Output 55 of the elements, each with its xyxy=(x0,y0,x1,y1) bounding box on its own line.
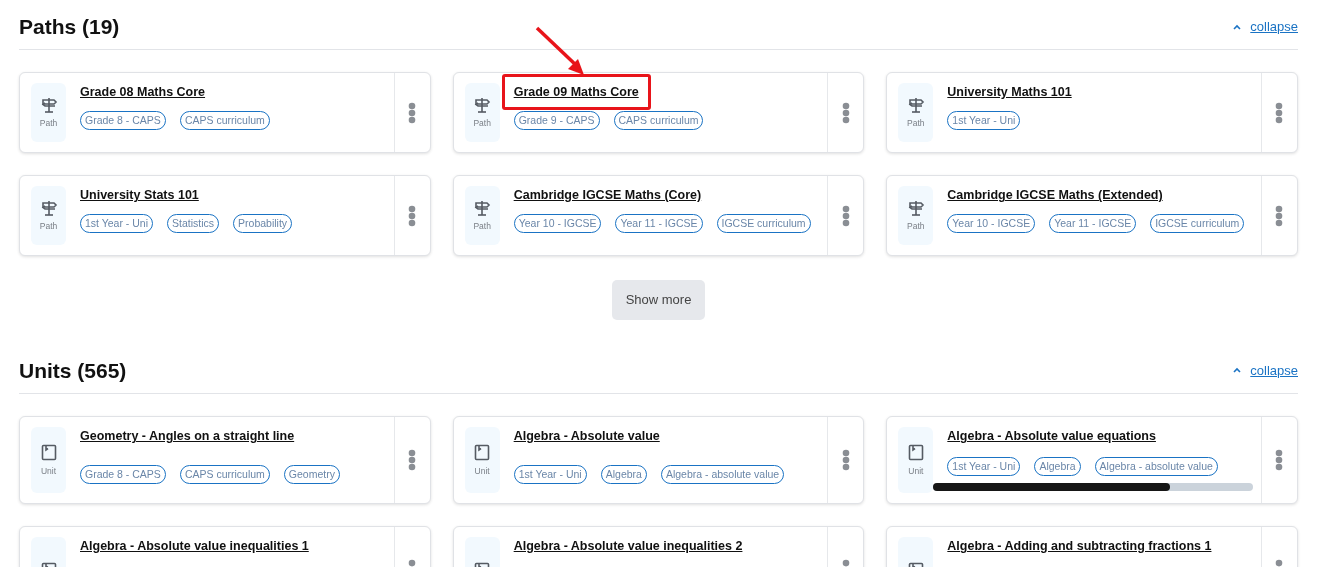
signpost-icon xyxy=(39,95,58,114)
section-title: Paths (19) xyxy=(19,14,120,40)
type-label: Unit xyxy=(474,464,490,478)
signpost-icon xyxy=(906,198,925,217)
show-more-button[interactable]: Show more xyxy=(611,280,706,320)
signpost-icon xyxy=(906,95,925,114)
item-title-link[interactable]: Cambridge IGCSE Maths (Extended) xyxy=(947,186,1163,205)
type-label: Path xyxy=(907,117,925,131)
section-title: Units (565) xyxy=(19,357,127,383)
item-title-link[interactable]: Algebra - Adding and subtracting fractions 1 xyxy=(947,536,1212,556)
item-title-link[interactable]: Grade 08 Maths Core xyxy=(80,83,206,102)
kebab-icon xyxy=(408,204,417,227)
item-title-link[interactable]: Algebra - Absolute value xyxy=(513,426,660,446)
type-label: Unit xyxy=(40,464,57,478)
signpost-icon xyxy=(473,198,492,217)
signpost-icon xyxy=(473,95,492,114)
more-menu-button[interactable] xyxy=(408,204,417,227)
type-label: Unit xyxy=(908,464,924,478)
type-label: Path xyxy=(473,220,491,234)
more-menu-button[interactable] xyxy=(408,101,417,124)
kebab-icon xyxy=(1275,448,1284,471)
kebab-icon xyxy=(408,448,417,471)
kebab-icon xyxy=(408,101,417,124)
kebab-icon xyxy=(1275,204,1284,227)
kebab-icon xyxy=(1275,101,1284,124)
item-title-link[interactable]: Algebra - Absolute value inequalities 1 xyxy=(80,536,309,556)
kebab-icon xyxy=(841,448,850,471)
signpost-icon xyxy=(39,198,58,217)
kebab-icon xyxy=(841,204,850,227)
collapse-link[interactable]: collapse xyxy=(1233,16,1298,37)
item-title-link[interactable]: Geometry - Angles on a straight line xyxy=(80,426,295,446)
more-menu-button[interactable] xyxy=(1275,204,1284,227)
chevron-up-icon xyxy=(1233,367,1242,374)
item-title-link[interactable]: Algebra - Absolute value equations xyxy=(947,426,1156,446)
type-label: Path xyxy=(39,117,58,131)
more-menu-button[interactable] xyxy=(841,448,850,471)
document-icon xyxy=(39,442,58,461)
type-label: Path xyxy=(907,220,925,234)
document-icon xyxy=(473,442,492,461)
type-label: Path xyxy=(39,220,58,234)
item-title-link[interactable]: University Stats 101 xyxy=(80,186,199,205)
more-menu-button[interactable] xyxy=(1275,101,1284,124)
item-title-link[interactable]: University Maths 101 xyxy=(947,83,1072,102)
item-title-link[interactable]: Grade 09 Maths Core xyxy=(513,83,639,102)
kebab-icon xyxy=(841,101,850,124)
more-menu-button[interactable] xyxy=(1275,448,1284,471)
type-label: Path xyxy=(473,117,491,131)
document-icon xyxy=(906,442,925,461)
more-menu-button[interactable] xyxy=(841,101,850,124)
more-menu-button[interactable] xyxy=(408,448,417,471)
item-title-link[interactable]: Algebra - Absolute value inequalities 2 xyxy=(513,536,743,556)
more-menu-button[interactable] xyxy=(841,204,850,227)
collapse-link[interactable]: collapse xyxy=(1233,360,1298,381)
item-title-link[interactable]: Cambridge IGCSE Maths (Core) xyxy=(513,186,702,205)
chevron-up-icon xyxy=(1233,23,1242,30)
